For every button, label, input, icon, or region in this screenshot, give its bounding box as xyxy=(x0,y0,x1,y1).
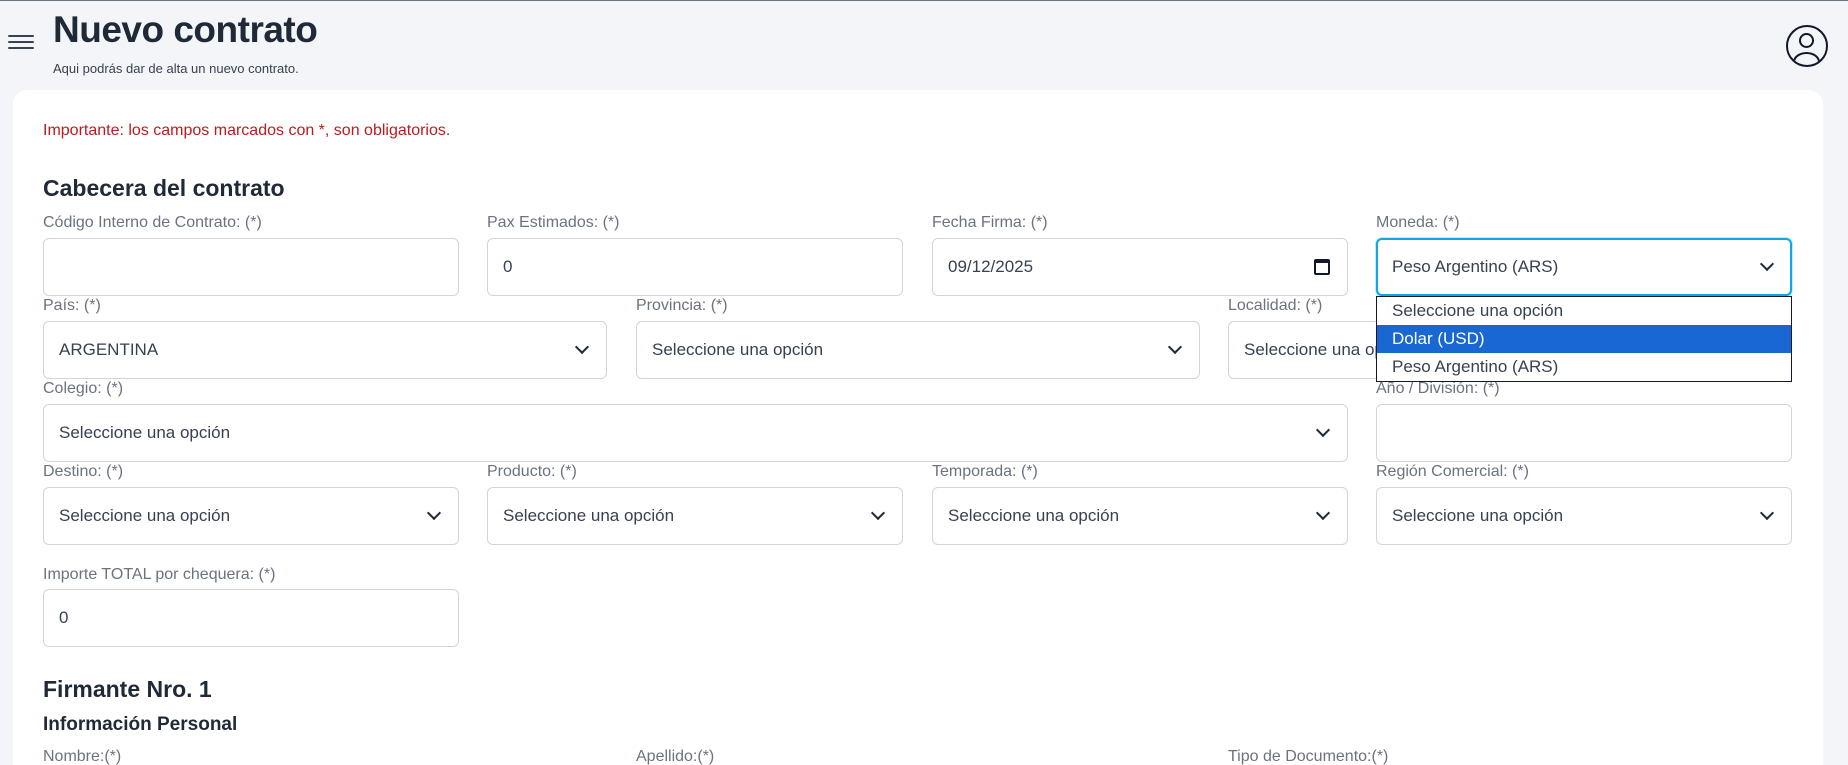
pais-select[interactable]: ARGENTINA xyxy=(43,321,607,379)
pax-label: Pax Estimados: (*) xyxy=(487,214,620,231)
chevron-down-icon xyxy=(1759,256,1775,272)
destino-select[interactable]: Seleccione una opción xyxy=(43,487,459,545)
moneda-select[interactable]: Peso Argentino (ARS) xyxy=(1376,238,1792,296)
colegio-label: Colegio: (*) xyxy=(43,380,124,397)
importe-input[interactable]: 0 xyxy=(43,589,459,647)
anio-input[interactable] xyxy=(1376,404,1792,462)
tipo-documento-label: Tipo de Documento:(*) xyxy=(1228,748,1389,765)
chevron-down-icon xyxy=(1759,505,1775,521)
pax-input[interactable]: 0 xyxy=(487,238,903,296)
importe-label: Importe TOTAL por chequera: (*) xyxy=(43,566,276,583)
moneda-option-highlighted[interactable]: Dolar (USD) xyxy=(1377,325,1791,353)
chevron-down-icon xyxy=(574,339,590,355)
page-subtitle: Aqui podrás dar de alta un nuevo contrat… xyxy=(53,61,299,76)
temporada-label: Temporada: (*) xyxy=(932,463,1038,480)
nombre-label: Nombre:(*) xyxy=(43,748,122,765)
required-warning: Importante: los campos marcados con *, s… xyxy=(43,122,451,139)
menu-icon[interactable] xyxy=(8,31,34,53)
section-title-cabecera: Cabecera del contrato xyxy=(43,175,285,201)
temporada-select[interactable]: Seleccione una opción xyxy=(932,487,1348,545)
moneda-label: Moneda: (*) xyxy=(1376,214,1460,231)
section-title-firmante: Firmante Nro. 1 xyxy=(43,676,212,702)
chevron-down-icon xyxy=(870,505,886,521)
apellido-label: Apellido:(*) xyxy=(636,748,715,765)
moneda-dropdown[interactable]: Seleccione una opción Dolar (USD) Peso A… xyxy=(1376,296,1792,382)
fecha-label: Fecha Firma: (*) xyxy=(932,214,1048,231)
region-select[interactable]: Seleccione una opción xyxy=(1376,487,1792,545)
user-avatar-icon[interactable] xyxy=(1786,25,1828,67)
codigo-input[interactable] xyxy=(43,238,459,296)
moneda-option[interactable]: Seleccione una opción xyxy=(1377,297,1791,325)
calendar-icon[interactable] xyxy=(1314,259,1330,275)
colegio-select[interactable]: Seleccione una opción xyxy=(43,404,1348,462)
producto-label: Producto: (*) xyxy=(487,463,577,480)
chevron-down-icon xyxy=(1315,505,1331,521)
chevron-down-icon xyxy=(1315,422,1331,438)
region-label: Región Comercial: (*) xyxy=(1376,463,1529,480)
page-title: Nuevo contrato xyxy=(53,9,318,50)
moneda-option[interactable]: Peso Argentino (ARS) xyxy=(1377,353,1791,381)
codigo-label: Código Interno de Contrato: (*) xyxy=(43,214,262,231)
pais-label: País: (*) xyxy=(43,297,101,314)
provincia-label: Provincia: (*) xyxy=(636,297,728,314)
subsection-title-info-personal: Información Personal xyxy=(43,714,238,735)
destino-label: Destino: (*) xyxy=(43,463,124,480)
producto-select[interactable]: Seleccione una opción xyxy=(487,487,903,545)
chevron-down-icon xyxy=(1167,339,1183,355)
chevron-down-icon xyxy=(426,505,442,521)
anio-label: Año / División: (*) xyxy=(1376,380,1500,397)
fecha-input[interactable]: 09/12/2025 xyxy=(932,238,1348,296)
localidad-label: Localidad: (*) xyxy=(1228,297,1323,314)
form-card: Importante: los campos marcados con *, s… xyxy=(13,90,1823,765)
provincia-select[interactable]: Seleccione una opción xyxy=(636,321,1200,379)
